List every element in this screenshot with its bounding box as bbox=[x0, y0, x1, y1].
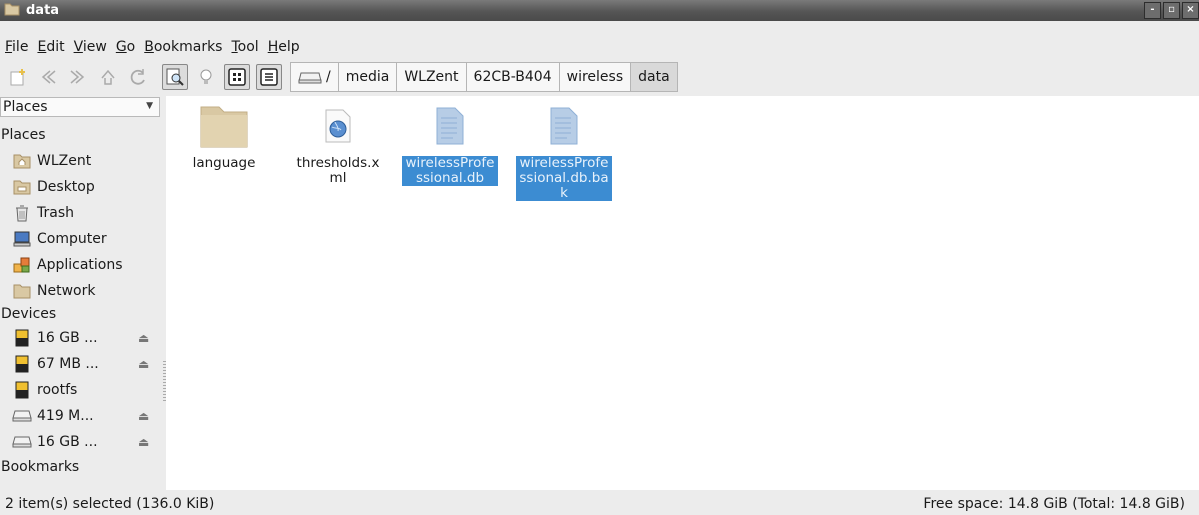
drive-icon bbox=[12, 407, 32, 425]
sidebar-device-item[interactable]: rootfs bbox=[0, 377, 165, 403]
sidebar-item-trash[interactable]: Trash bbox=[0, 200, 165, 226]
sidebar-list: Places WLZent Desktop Trash Computer App… bbox=[0, 123, 165, 479]
sidebar-item-label: Network bbox=[37, 283, 96, 299]
sidebar-item-wlzent[interactable]: WLZent bbox=[0, 148, 165, 174]
sidebar-item-network[interactable]: Network bbox=[0, 278, 165, 304]
minimize-button[interactable]: - bbox=[1144, 2, 1161, 19]
sidebar-mode-select[interactable]: Places ▼ bbox=[0, 97, 160, 117]
sidebar-item-label: WLZent bbox=[37, 153, 92, 169]
folder-icon bbox=[4, 2, 20, 20]
file-view[interactable]: language thresholds.xml wirelessProfessi… bbox=[166, 96, 1199, 490]
device-label: 16 GB ... bbox=[37, 434, 98, 450]
reload-icon[interactable] bbox=[126, 65, 150, 89]
bulb-icon[interactable] bbox=[194, 65, 218, 89]
sidebar-item-label: Trash bbox=[37, 205, 74, 221]
menu-view[interactable]: View bbox=[69, 39, 111, 55]
desktop-folder-icon bbox=[12, 178, 32, 196]
new-tab-icon[interactable] bbox=[6, 65, 30, 89]
path-root-label: / bbox=[326, 69, 331, 85]
file-name: wirelessProfessional.db bbox=[402, 156, 498, 186]
bookmarks-header: Bookmarks bbox=[1, 459, 80, 475]
devices-header: Devices bbox=[1, 306, 57, 322]
sidebar-device-item[interactable]: 419 M... ⏏ bbox=[0, 403, 165, 429]
sidebar-item-computer[interactable]: Computer bbox=[0, 226, 165, 252]
storage-card-icon bbox=[12, 355, 32, 373]
network-folder-icon bbox=[12, 282, 32, 300]
document-icon bbox=[549, 106, 579, 150]
menu-edit[interactable]: Edit bbox=[32, 39, 68, 55]
find-files-icon[interactable] bbox=[162, 64, 188, 90]
path-bar: / media WLZent 62CB-B404 wireless data bbox=[290, 62, 678, 92]
eject-icon[interactable]: ⏏ bbox=[138, 435, 149, 449]
sidebar-device-item[interactable]: 16 GB ... ⏏ bbox=[0, 325, 165, 351]
device-label: 419 M... bbox=[37, 408, 94, 424]
maximize-button[interactable]: ▫ bbox=[1163, 2, 1180, 19]
close-button[interactable]: × bbox=[1182, 2, 1199, 19]
eject-icon[interactable]: ⏏ bbox=[138, 331, 149, 345]
path-root-button[interactable]: / bbox=[290, 62, 339, 92]
path-segment-62cb-b404[interactable]: 62CB-B404 bbox=[465, 62, 560, 92]
computer-icon bbox=[12, 230, 32, 248]
path-segment-wireless[interactable]: wireless bbox=[558, 62, 632, 92]
storage-card-icon bbox=[12, 329, 32, 347]
toolbar: / media WLZent 62CB-B404 wireless data bbox=[0, 61, 1199, 93]
document-icon bbox=[435, 106, 465, 150]
sidebar-item-label: Applications bbox=[37, 257, 123, 273]
sidebar-device-item[interactable]: 16 GB ... ⏏ bbox=[0, 429, 165, 455]
status-bar: 2 item(s) selected (136.0 KiB) Free spac… bbox=[0, 493, 1199, 515]
home-folder-icon bbox=[12, 152, 32, 170]
applications-icon bbox=[12, 256, 32, 274]
eject-icon[interactable]: ⏏ bbox=[138, 357, 149, 371]
path-segment-media[interactable]: media bbox=[337, 62, 398, 92]
title-bar: data - ▫ × bbox=[0, 0, 1199, 21]
icon-view-icon[interactable] bbox=[224, 64, 250, 90]
window-title: data bbox=[26, 3, 60, 18]
menu-bar: File Edit View Go Bookmarks Tool Help bbox=[0, 36, 1199, 57]
file-item[interactable]: language bbox=[176, 100, 272, 171]
drive-icon bbox=[12, 433, 32, 451]
up-icon[interactable] bbox=[96, 65, 120, 89]
storage-card-icon bbox=[12, 381, 32, 399]
path-segment-data[interactable]: data bbox=[630, 62, 678, 92]
selection-status: 2 item(s) selected (136.0 KiB) bbox=[5, 496, 215, 512]
sidebar-item-applications[interactable]: Applications bbox=[0, 252, 165, 278]
file-item[interactable]: wirelessProfessional.db.bak bbox=[516, 100, 612, 201]
menu-help[interactable]: Help bbox=[263, 39, 304, 55]
device-label: 16 GB ... bbox=[37, 330, 98, 346]
file-item[interactable]: thresholds.xml bbox=[290, 100, 386, 186]
path-segment-wlzent[interactable]: WLZent bbox=[396, 62, 467, 92]
back-icon[interactable] bbox=[36, 65, 60, 89]
sidebar-mode-label: Places bbox=[3, 99, 48, 115]
sidebar: Places ▼ Places WLZent Desktop Trash Com… bbox=[0, 96, 166, 490]
drive-icon bbox=[298, 69, 322, 85]
forward-icon[interactable] bbox=[66, 65, 90, 89]
file-name: wirelessProfessional.db.bak bbox=[516, 156, 612, 201]
menu-bookmarks[interactable]: Bookmarks bbox=[139, 39, 226, 55]
menu-tool[interactable]: Tool bbox=[226, 39, 262, 55]
file-item[interactable]: wirelessProfessional.db bbox=[402, 100, 498, 186]
menu-file[interactable]: File bbox=[0, 39, 32, 55]
trash-icon bbox=[12, 204, 32, 222]
eject-icon[interactable]: ⏏ bbox=[138, 409, 149, 423]
file-name: language bbox=[192, 155, 256, 171]
folder-icon bbox=[199, 103, 249, 153]
xml-file-icon bbox=[323, 108, 353, 148]
file-name: thresholds.xml bbox=[296, 155, 380, 186]
device-label: 67 MB ... bbox=[37, 356, 99, 372]
chevron-down-icon: ▼ bbox=[146, 101, 153, 111]
free-space-status: Free space: 14.8 GiB (Total: 14.8 GiB) bbox=[923, 496, 1185, 512]
list-view-icon[interactable] bbox=[256, 64, 282, 90]
sidebar-item-label: Desktop bbox=[37, 179, 95, 195]
device-label: rootfs bbox=[37, 382, 78, 398]
menu-go[interactable]: Go bbox=[111, 39, 139, 55]
sidebar-item-label: Computer bbox=[37, 231, 107, 247]
sidebar-item-desktop[interactable]: Desktop bbox=[0, 174, 165, 200]
sidebar-device-item[interactable]: 67 MB ... ⏏ bbox=[0, 351, 165, 377]
places-header: Places bbox=[1, 127, 46, 143]
